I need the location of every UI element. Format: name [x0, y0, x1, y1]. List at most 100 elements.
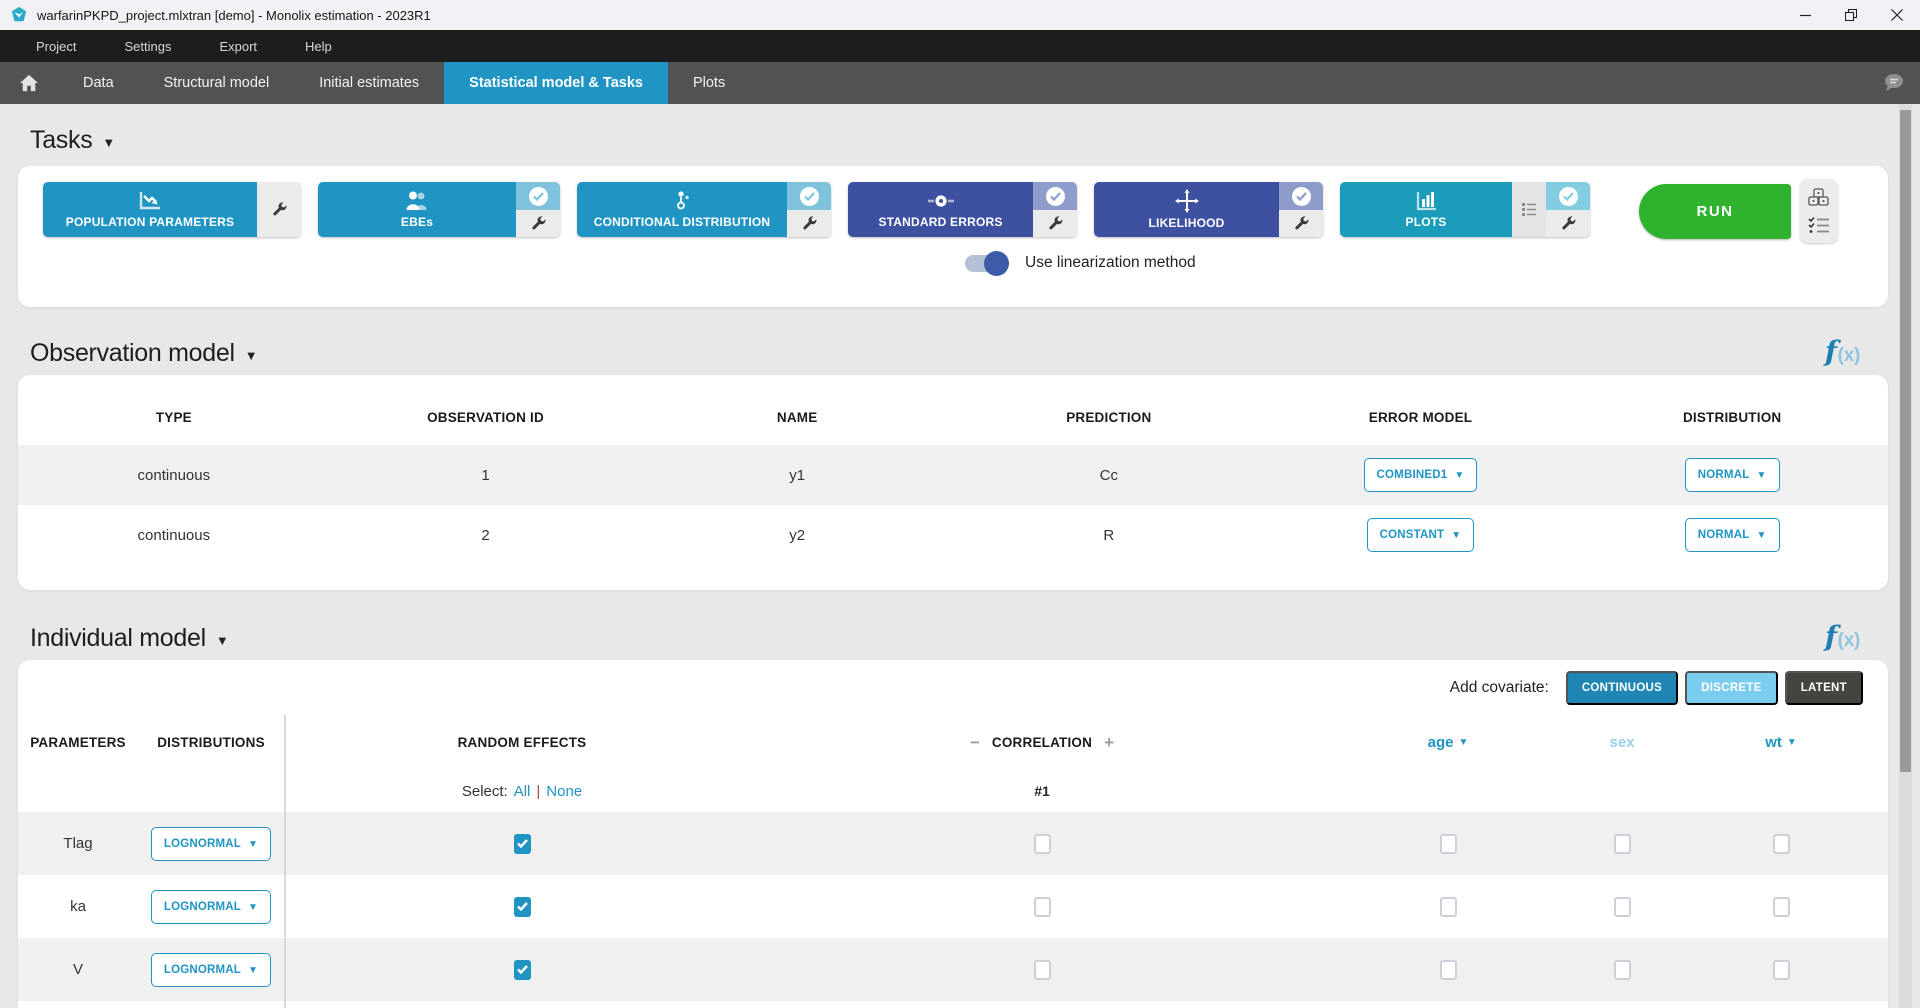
individual-model-header[interactable]: Individual model ▼ f(x) [30, 622, 1888, 654]
wt-covariate-checkbox[interactable] [1773, 834, 1790, 854]
vertical-scrollbar[interactable] [1899, 104, 1912, 1008]
col-prediction: PREDICTION [953, 389, 1265, 445]
task-settings-wrench[interactable] [1279, 210, 1323, 237]
task-ebes[interactable]: EBEs [318, 182, 560, 237]
wrench-icon [1560, 215, 1577, 232]
task-label: EBEs [401, 215, 433, 229]
add-discrete-covariate-button[interactable]: DISCRETE [1685, 671, 1778, 705]
sex-covariate-checkbox[interactable] [1614, 897, 1631, 917]
formula-fx-button[interactable]: f(x) [1825, 620, 1860, 653]
plots-icon [1414, 190, 1438, 212]
random-effect-checkbox[interactable] [514, 834, 531, 854]
distribution-dropdown[interactable]: NORMAL ▼ [1685, 518, 1780, 552]
wrench-icon [801, 215, 818, 232]
scrollbar-thumb[interactable] [1900, 110, 1911, 772]
distribution-dropdown[interactable]: LOGNORMAL ▼ [151, 890, 271, 924]
check-icon [517, 902, 528, 911]
menu-settings[interactable]: Settings [100, 39, 195, 54]
tasks-section-header[interactable]: Tasks ▼ [30, 124, 1888, 156]
covariate-age-dropdown[interactable]: age ▼ [1428, 734, 1469, 751]
parameter-row: V LOGNORMAL ▼ [18, 938, 1888, 1001]
minimize-button[interactable] [1782, 0, 1828, 30]
caret-down-icon: ▼ [1787, 737, 1797, 748]
age-covariate-checkbox[interactable] [1440, 897, 1457, 917]
toggle-knob [984, 251, 1009, 276]
distribution-dropdown[interactable]: LOGNORMAL ▼ [151, 953, 271, 987]
task-conditional-distribution[interactable]: CONDITIONAL DISTRIBUTION [577, 182, 831, 237]
task-enabled-badge[interactable] [787, 182, 831, 210]
task-settings-wrench[interactable] [257, 182, 301, 237]
menu-help[interactable]: Help [281, 39, 356, 54]
correlation-checkbox[interactable] [1034, 834, 1051, 854]
error-model-dropdown[interactable]: CONSTANT ▼ [1367, 518, 1475, 552]
select-label: Select: [462, 783, 508, 800]
obs-type: continuous [18, 505, 330, 565]
parameter-row: Tlag LOGNORMAL ▼ [18, 812, 1888, 875]
plots-selection-list-button[interactable] [1512, 182, 1546, 237]
menu-export[interactable]: Export [195, 39, 281, 54]
task-standard-errors[interactable]: STANDARD ERRORS [848, 182, 1077, 237]
task-likelihood[interactable]: LIKELIHOOD [1094, 182, 1323, 237]
tab-home[interactable] [0, 62, 58, 104]
tab-plots[interactable]: Plots [668, 62, 750, 104]
task-enabled-badge[interactable] [1279, 182, 1323, 210]
run-button[interactable]: RUN [1639, 184, 1791, 239]
comment-bubble-icon[interactable] [1880, 71, 1906, 95]
task-settings-wrench[interactable] [516, 210, 560, 237]
observation-model-header[interactable]: Observation model ▼ f(x) [30, 337, 1888, 369]
observation-model-title: Observation model [30, 339, 235, 368]
caret-down-icon: ▼ [1451, 530, 1461, 541]
age-covariate-checkbox[interactable] [1440, 834, 1457, 854]
task-population-parameters[interactable]: POPULATION PARAMETERS [43, 182, 301, 237]
task-settings-wrench[interactable] [1546, 210, 1590, 237]
select-none-link[interactable]: None [546, 783, 582, 800]
tab-structural-model[interactable]: Structural model [139, 62, 295, 104]
task-enabled-badge[interactable] [516, 182, 560, 210]
tab-statistical-model-tasks[interactable]: Statistical model & Tasks [444, 62, 668, 104]
add-correlation-button[interactable]: + [1104, 733, 1114, 753]
remove-correlation-button[interactable]: − [970, 733, 980, 753]
tab-data[interactable]: Data [58, 62, 139, 104]
add-continuous-covariate-button[interactable]: CONTINUOUS [1566, 671, 1678, 705]
age-covariate-checkbox[interactable] [1440, 960, 1457, 980]
caret-down-icon: ▼ [1756, 470, 1766, 481]
task-checklist-icon[interactable] [1808, 216, 1830, 234]
population-parameters-icon [137, 190, 163, 212]
random-effect-checkbox[interactable] [514, 960, 531, 980]
formula-fx-button[interactable]: f(x) [1825, 335, 1860, 368]
col-random-effects: RANDOM EFFECTS [286, 715, 758, 770]
distribution-dropdown[interactable]: NORMAL ▼ [1685, 458, 1780, 492]
task-enabled-badge[interactable] [1546, 182, 1590, 210]
sex-covariate-checkbox[interactable] [1614, 834, 1631, 854]
menu-project[interactable]: Project [12, 39, 100, 54]
obs-name: y1 [641, 445, 953, 505]
random-effect-checkbox[interactable] [514, 897, 531, 917]
caret-down-icon: ▼ [216, 633, 229, 648]
task-enabled-badge[interactable] [1033, 182, 1077, 210]
tab-initial-estimates[interactable]: Initial estimates [294, 62, 444, 104]
conditional-distribution-icon [670, 190, 694, 212]
close-button[interactable] [1874, 0, 1920, 30]
parameter-name: Tlag [18, 812, 138, 875]
task-settings-wrench[interactable] [1033, 210, 1077, 237]
covariate-wt-dropdown[interactable]: wt ▼ [1765, 734, 1797, 751]
task-plots[interactable]: PLOTS [1340, 182, 1590, 237]
linearization-toggle[interactable] [965, 255, 1007, 272]
caret-down-icon: ▼ [102, 135, 115, 150]
observation-model-panel: TYPE OBSERVATION ID NAME PREDICTION ERRO… [18, 375, 1888, 590]
task-settings-wrench[interactable] [787, 210, 831, 237]
add-latent-covariate-button[interactable]: LATENT [1785, 671, 1863, 705]
error-model-dropdown[interactable]: COMBINED1 ▼ [1364, 458, 1478, 492]
distribution-dropdown[interactable]: LOGNORMAL ▼ [151, 827, 271, 861]
wt-covariate-checkbox[interactable] [1773, 960, 1790, 980]
correlation-checkbox[interactable] [1034, 897, 1051, 917]
caret-down-icon: ▼ [1756, 530, 1766, 541]
sex-covariate-checkbox[interactable] [1614, 960, 1631, 980]
restore-button[interactable] [1828, 0, 1874, 30]
ebes-icon [403, 190, 431, 212]
check-circle-icon [800, 187, 819, 206]
select-all-link[interactable]: All [514, 783, 531, 800]
seed-dice-icon[interactable] [1808, 188, 1830, 208]
correlation-checkbox[interactable] [1034, 960, 1051, 980]
wt-covariate-checkbox[interactable] [1773, 897, 1790, 917]
